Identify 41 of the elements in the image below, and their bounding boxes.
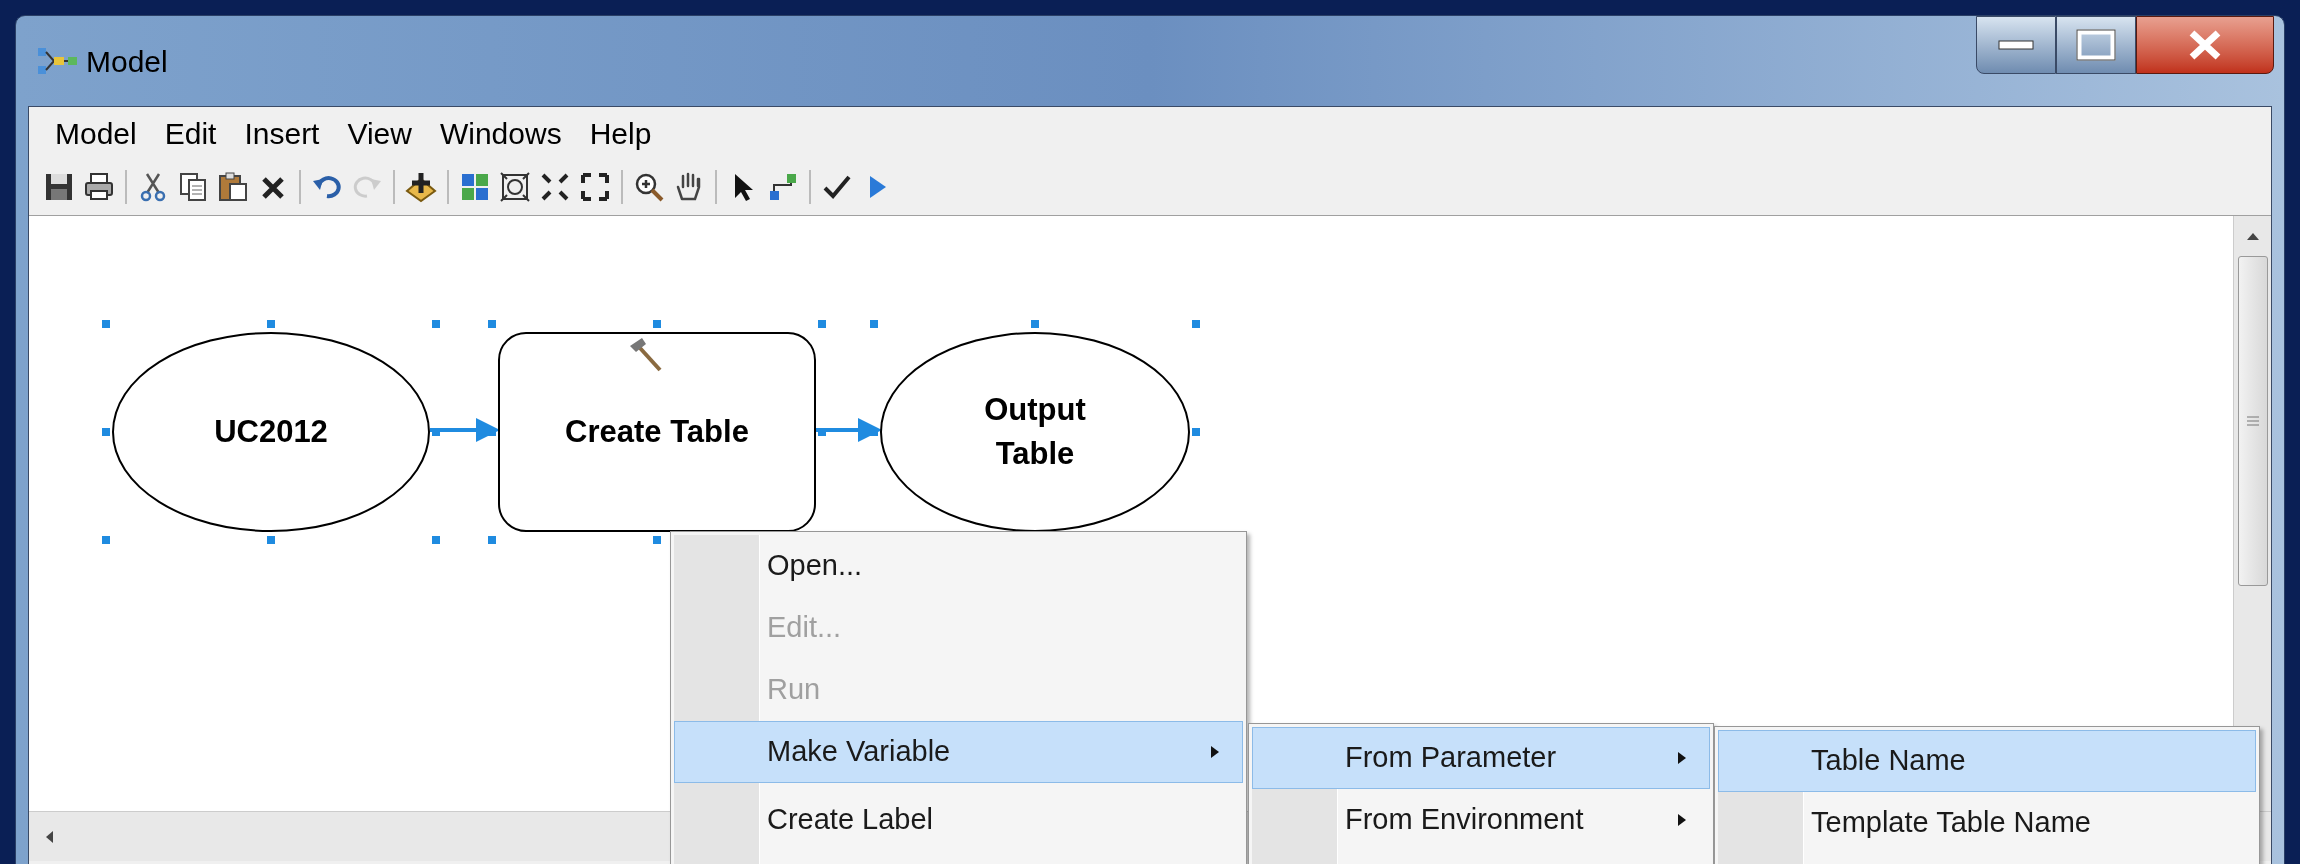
copy-icon [177,171,209,203]
menu-option[interactable]: Table Name [1718,730,2256,792]
maximize-button[interactable] [2056,16,2136,74]
close-button[interactable] [2136,16,2274,74]
zoom-in-icon [633,171,665,203]
menu-item[interactable]: Windows [427,108,574,158]
print-icon [83,171,115,203]
window-title: Model [86,43,168,80]
arrows-outward-icon [579,171,611,203]
menu-option[interactable]: Open... [674,535,1243,597]
variable-node[interactable]: UC2012 [112,332,430,532]
submenu-arrow-icon [1677,751,1687,765]
variable-node[interactable]: Output Table [880,332,1190,532]
menu-item[interactable]: Model [43,108,149,158]
hammer-icon [628,336,664,374]
menu-item[interactable]: Edit [152,108,229,158]
submenu-arrow-icon [1210,745,1220,759]
connector-arrow [816,418,882,442]
connect-icon [767,171,799,203]
grid-icon [459,171,491,203]
tool-node[interactable]: Create Table [498,332,816,532]
submenu-arrow-icon [1677,813,1687,827]
scrollbar-thumb[interactable] [2237,256,2268,586]
save-icon [43,171,75,203]
close-icon [2188,30,2222,60]
minimize-icon [1998,40,2034,50]
clipboard-icon [217,171,249,203]
connector-arrow [430,418,500,442]
menu-item[interactable]: View [335,108,424,158]
model-icon [36,46,78,76]
selection-handles[interactable] [102,320,440,544]
minimize-button[interactable] [1976,16,2056,74]
full-extent-icon [499,171,531,203]
menu-option[interactable]: Make Variable [674,721,1243,783]
menu-option[interactable]: From Parameter [1252,727,1710,789]
menu-item[interactable]: Help [577,108,664,158]
arrows-inward-icon [539,171,571,203]
grip-icon [2245,416,2260,426]
maximize-icon [2076,29,2116,61]
plus-diamond-icon [405,171,437,203]
menu-item[interactable]: Insert [232,108,332,158]
